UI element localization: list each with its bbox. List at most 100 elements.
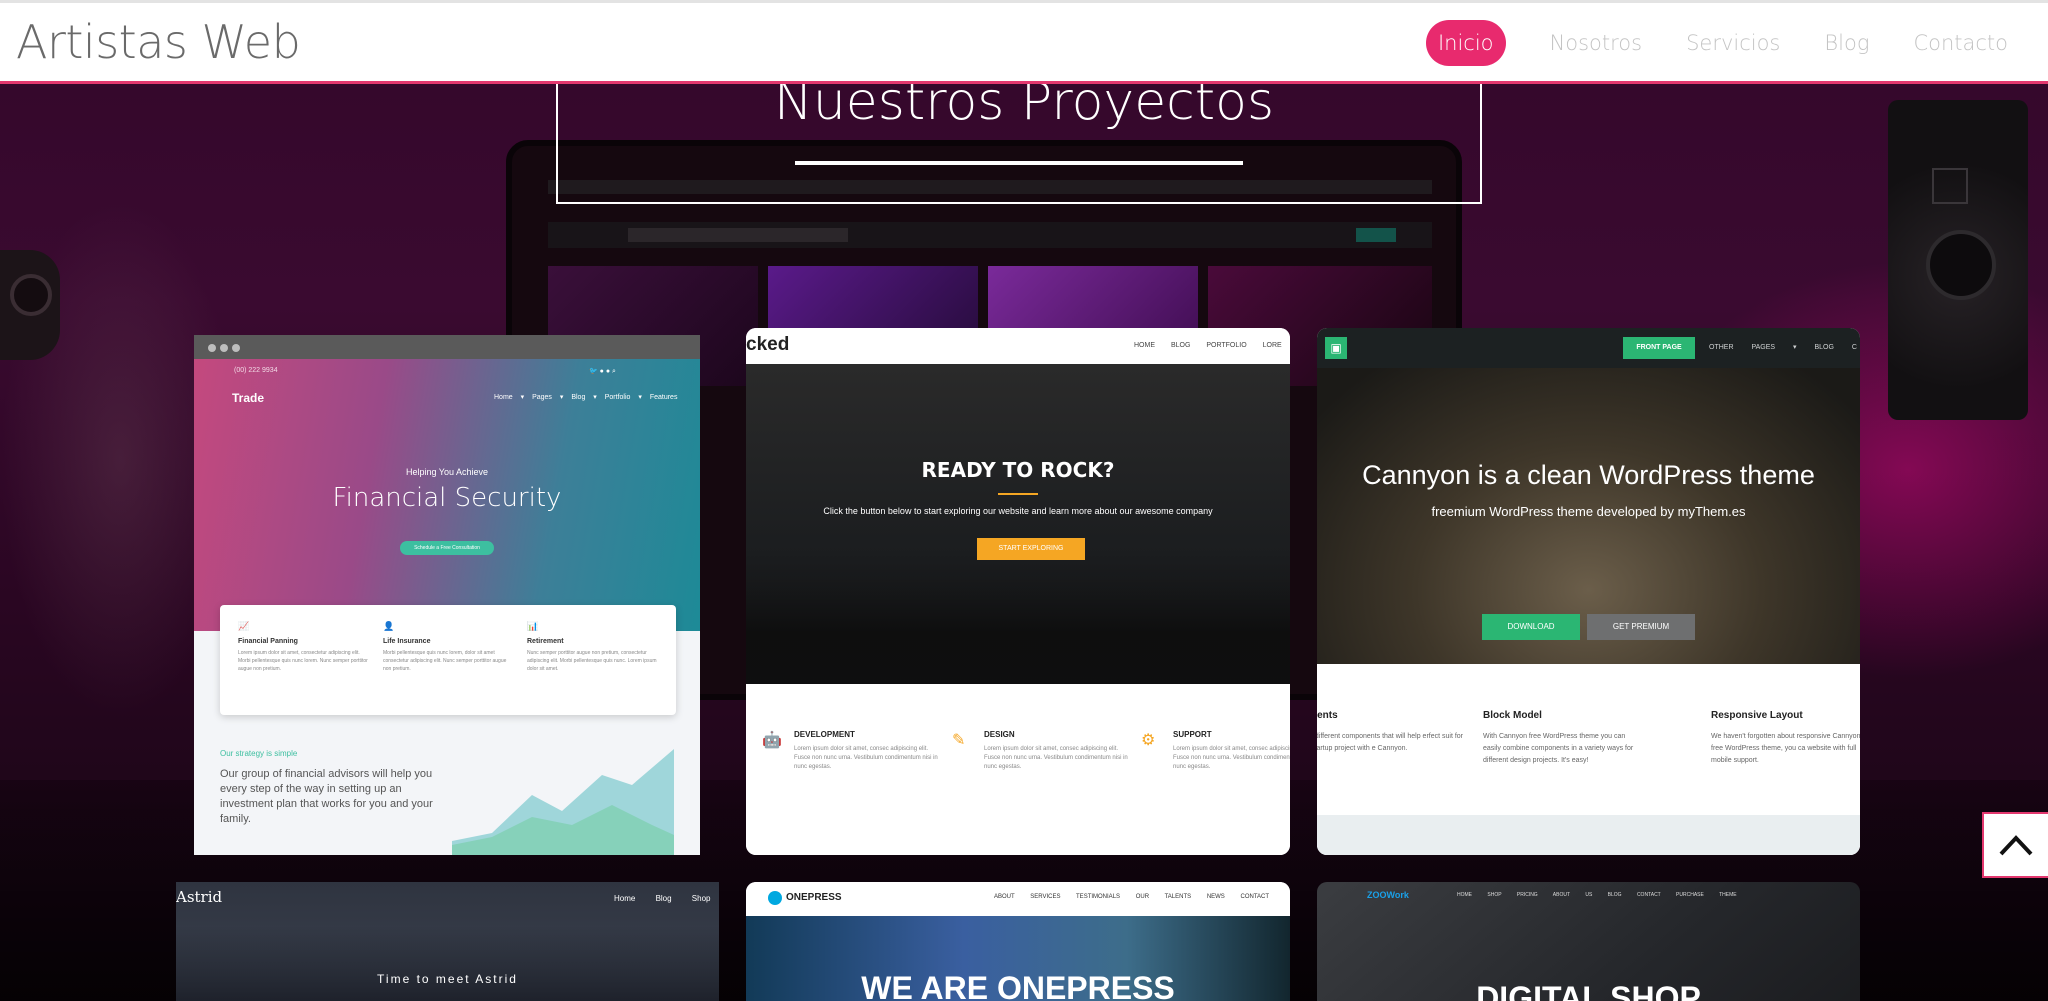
speaker-panel — [1932, 168, 1968, 204]
cannyon-column: Responsive Layout We haven't forgotten a… — [1711, 710, 1860, 767]
nav-item-contacto[interactable]: Contacto — [1913, 20, 2008, 66]
cannyon-column: nents f different components that will h… — [1317, 710, 1471, 755]
cannyon-download-button: DOWNLOAD — [1482, 614, 1580, 640]
trade-cta: Schedule a Free Consultation — [400, 541, 494, 555]
camera-lens — [10, 274, 52, 316]
astrid-menu: Home Blog Shop — [614, 894, 711, 903]
pencil-icon: ✎ — [952, 732, 966, 749]
wicked-hero: READY TO ROCK? Click the button below to… — [746, 364, 1290, 684]
column-text: We haven't forgotten about responsive Ca… — [1711, 733, 1860, 764]
trade-phone: (00) 222 9934 — [234, 367, 278, 374]
feature-title: Life Insurance — [383, 638, 431, 645]
column-title: Block Model — [1483, 710, 1542, 721]
main-nav: Inicio Nosotros Servicios Blog Contacto — [1425, 20, 2008, 66]
wicked-city-skyline — [746, 554, 1290, 684]
monitor-searchbox — [628, 228, 848, 242]
window-dot — [208, 344, 216, 352]
astrid-skyline — [176, 926, 719, 1001]
project-card-astrid[interactable]: Astrid Home Blog Shop Time to meet Astri… — [176, 882, 719, 1001]
feature-text: Lorem ipsum dolor sit amet, consectetur … — [238, 650, 368, 672]
browser-chrome — [194, 335, 700, 359]
android-icon: 🤖 — [762, 732, 782, 749]
onepress-logo: ONEPRESS — [786, 892, 842, 903]
back-to-top-button[interactable] — [1982, 812, 2048, 878]
feature-title: Retirement — [527, 638, 564, 645]
project-card-digital-shop[interactable]: ZOOWork HOME SHOP PRICING ABOUT US BLOG … — [1317, 882, 1860, 1001]
cannyon-footer-strip — [1317, 815, 1860, 855]
column-title: Responsive Layout — [1711, 710, 1803, 721]
onepress-logo-icon — [768, 891, 782, 905]
gears-icon: ⚙ — [1141, 732, 1156, 749]
site-logo[interactable]: Artistas Web — [16, 15, 301, 69]
feature-text: Lorem ipsum dolor sit amet, consec adipi… — [1173, 746, 1290, 770]
feature-title: DEVELOPMENT — [794, 730, 855, 739]
trade-blurb: Our group of financial advisors will hel… — [220, 768, 433, 825]
cannyon-logo-icon: ▣ — [1325, 337, 1347, 359]
column-title: nents — [1317, 710, 1338, 721]
onepress-hero: WE ARE ONEPRESS — [746, 916, 1290, 1001]
trade-area-chart — [452, 749, 674, 855]
nav-item-inicio[interactable]: Inicio — [1425, 20, 1506, 66]
cannyon-hero: Cannyon is a clean WordPress theme freem… — [1317, 368, 1860, 664]
onepress-headline: WE ARE ONEPRESS — [861, 970, 1175, 1001]
monitor-button — [1356, 228, 1396, 242]
wicked-features: 🤖 DEVELOPMENT Lorem ipsum dolor sit amet… — [746, 684, 1290, 855]
feature-title: Financial Panning — [238, 638, 298, 645]
cannyon-front-page: FRONT PAGE — [1623, 337, 1695, 359]
trade-subheading: Helping You Achieve — [405, 467, 489, 477]
wicked-feature: 🤖 DEVELOPMENT Lorem ipsum dolor sit amet… — [762, 730, 944, 772]
wicked-logo: cked — [746, 334, 790, 355]
astrid-logo: Astrid — [176, 888, 223, 906]
wicked-cta: START EXPLORING — [977, 538, 1085, 560]
person-icon: 👤 — [383, 621, 395, 631]
shop-menu: HOME SHOP PRICING ABOUT US BLOG CONTACT … — [1457, 892, 1737, 898]
wicked-header: cked HOME BLOG PORTFOLIO LORE — [746, 328, 1290, 364]
wicked-text: Click the button below to start explorin… — [823, 506, 1213, 516]
trade-logo: Trade — [232, 391, 265, 405]
project-card-trade[interactable]: (00) 222 9934 🐦 ● ● ⌕ Trade Home ▾ Pages… — [194, 335, 700, 855]
speaker-cone — [1926, 230, 1996, 300]
background-speaker — [1888, 100, 2028, 420]
wicked-feature: ⚙ SUPPORT Lorem ipsum dolor sit amet, co… — [1141, 730, 1290, 772]
column-text: With Cannyon free WordPress theme you ca… — [1483, 733, 1634, 764]
onepress-header: ONEPRESS ABOUT SERVICES TESTIMONIALS OUR… — [746, 882, 1290, 916]
trade-feature: 📈 Financial Panning Lorem ipsum dolor si… — [238, 621, 368, 673]
shop-logo: ZOOWork — [1367, 890, 1409, 900]
trade-features: 📈 Financial Panning Lorem ipsum dolor si… — [220, 605, 676, 715]
column-text: f different components that will help er… — [1317, 733, 1464, 752]
cannyon-subheading: freemium WordPress theme developed by my… — [1431, 504, 1746, 519]
trade-feature: 👤 Life Insurance Morbi pellentesque quis… — [383, 621, 513, 673]
bar-chart-icon: 📊 — [527, 621, 539, 631]
onepress-menu: ABOUT SERVICES TESTIMONIALS OUR TALENTS … — [994, 894, 1270, 900]
chevron-up-icon — [1999, 835, 2033, 856]
cannyon-menu: OTHER PAGES ▾ BLOG C — [1709, 344, 1857, 351]
project-card-cannyon[interactable]: ▣ FRONT PAGE OTHER PAGES ▾ BLOG C Cannyo… — [1317, 328, 1860, 855]
nav-item-blog[interactable]: Blog — [1824, 20, 1869, 66]
trade-social-icons: 🐦 ● ● ⌕ — [589, 368, 616, 375]
trade-headline: Financial Security — [332, 483, 562, 513]
astrid-tagline: Time to meet Astrid — [377, 972, 518, 986]
feature-title: SUPPORT — [1173, 730, 1212, 739]
trade-hero: (00) 222 9934 🐦 ● ● ⌕ Trade Home ▾ Pages… — [194, 359, 700, 631]
feature-text: Nunc semper porttitor augue non pretium,… — [527, 650, 657, 672]
monitor-toolbar — [548, 222, 1432, 248]
cannyon-headline: Cannyon is a clean WordPress theme — [1362, 460, 1815, 490]
feature-text: Lorem ipsum dolor sit amet, consec adipi… — [984, 746, 1128, 770]
trade-strategy-label: Our strategy is simple — [220, 749, 298, 758]
cannyon-column: Block Model With Cannyon free WordPress … — [1483, 710, 1643, 767]
wicked-feature: ✎ DESIGN Lorem ipsum dolor sit amet, con… — [952, 730, 1134, 772]
feature-text: Lorem ipsum dolor sit amet, consec adipi… — [794, 746, 938, 770]
cannyon-premium-button: GET PREMIUM — [1587, 614, 1695, 640]
feature-text: Morbi pellentesque quis nunc lorem, dolo… — [383, 650, 507, 672]
trade-menu: Home ▾ Pages ▾ Blog ▾ Portfolio ▾ Featur… — [494, 394, 678, 401]
project-card-onepress[interactable]: ONEPRESS ABOUT SERVICES TESTIMONIALS OUR… — [746, 882, 1290, 1001]
chart-icon: 📈 — [238, 621, 250, 631]
wicked-menu: HOME BLOG PORTFOLIO LORE — [1134, 342, 1282, 349]
trade-feature: 📊 Retirement Nunc semper porttitor augue… — [527, 621, 657, 673]
shop-headline: DIGITAL SHOP — [1476, 980, 1701, 1001]
window-dot — [220, 344, 228, 352]
nav-item-nosotros[interactable]: Nosotros — [1550, 20, 1643, 66]
nav-item-servicios[interactable]: Servicios — [1686, 20, 1780, 66]
cannyon-header: ▣ FRONT PAGE OTHER PAGES ▾ BLOG C — [1317, 328, 1860, 368]
project-card-wicked[interactable]: cked HOME BLOG PORTFOLIO LORE READY TO R… — [746, 328, 1290, 855]
